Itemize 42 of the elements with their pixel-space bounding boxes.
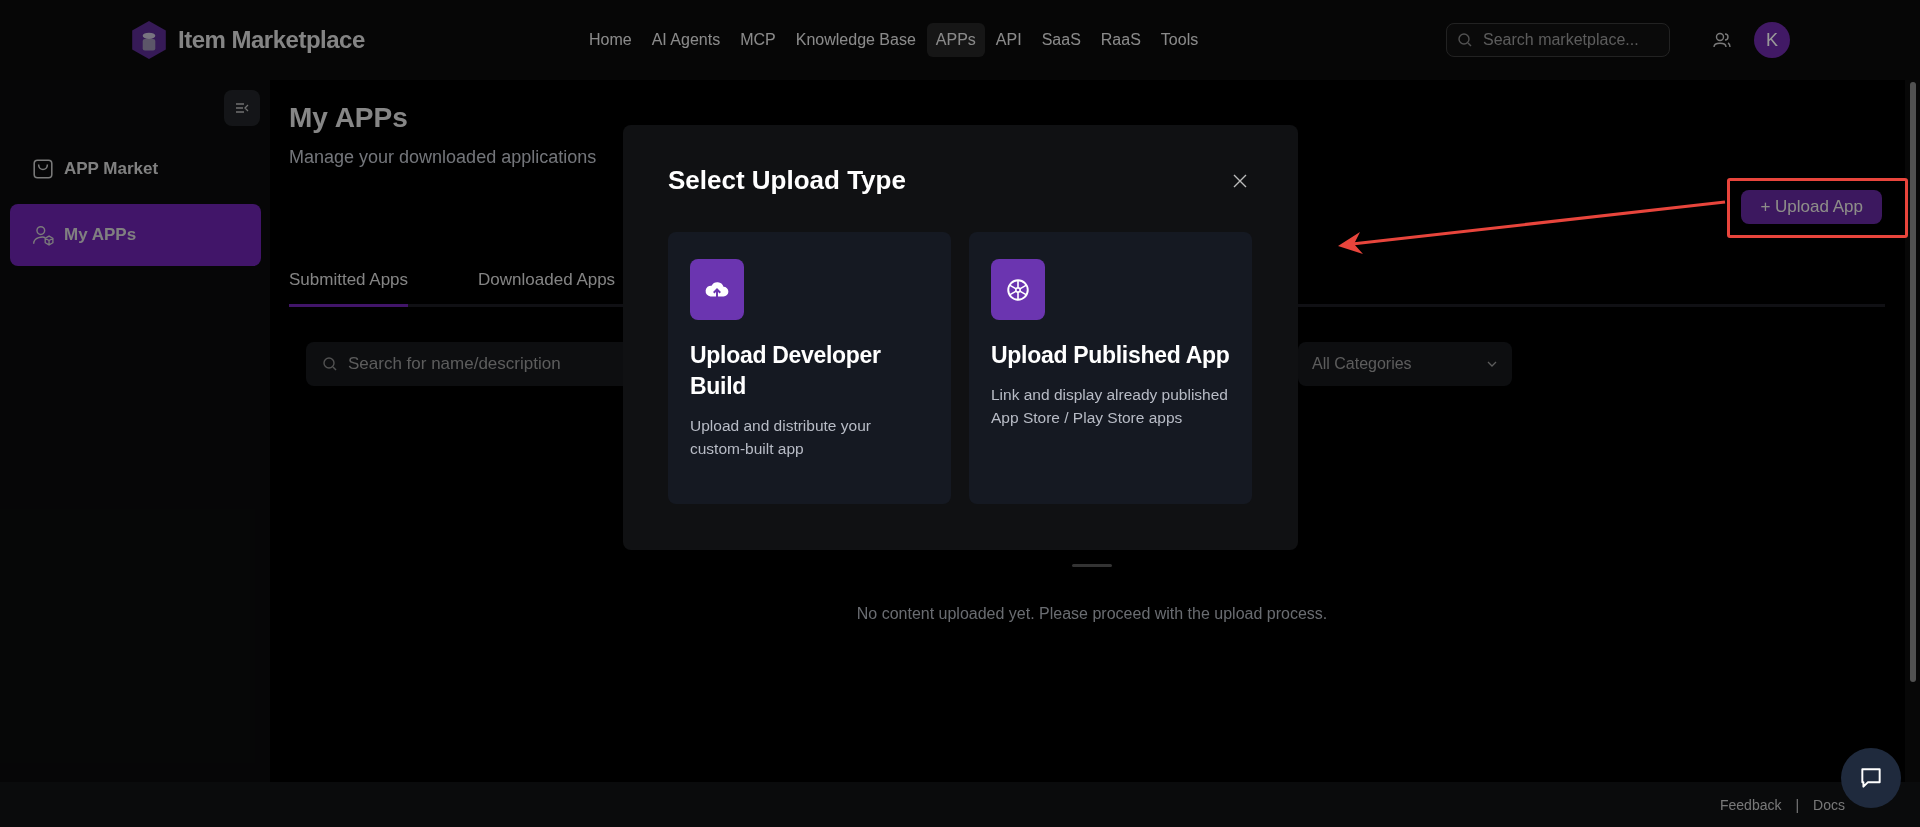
page-title: My APPs bbox=[289, 101, 409, 135]
option-description: Link and display already published App Store / Play Store apps bbox=[991, 385, 1229, 428]
user-package-icon bbox=[32, 224, 54, 246]
category-dropdown[interactable]: All Categories bbox=[1298, 342, 1512, 386]
nav-link[interactable]: RaaS bbox=[1091, 23, 1150, 57]
footer-link[interactable]: Feedback bbox=[1719, 796, 1782, 813]
collapse-icon bbox=[234, 100, 250, 116]
nav-link[interactable]: AI Agents bbox=[642, 23, 730, 57]
page-subtitle: Manage your downloaded applications bbox=[289, 146, 598, 168]
user-avatar[interactable]: K bbox=[1754, 22, 1790, 58]
option-title: Upload Published App bbox=[991, 341, 1230, 370]
sidebar-item[interactable]: APP Market bbox=[10, 138, 261, 200]
shopping-bag-icon bbox=[32, 158, 54, 180]
wheel-icon bbox=[991, 259, 1045, 320]
nav-link[interactable]: API bbox=[986, 23, 1031, 57]
collapse-sidebar-button[interactable] bbox=[224, 90, 260, 126]
cloud-upload-icon bbox=[690, 259, 744, 320]
nav-link[interactable]: MCP bbox=[731, 23, 785, 57]
nav-link[interactable]: Home bbox=[580, 23, 641, 57]
upload-option-card[interactable]: Upload Published App Link and display already published App Store / Play Store apps bbox=[969, 232, 1252, 504]
users-icon[interactable] bbox=[1712, 30, 1732, 50]
separator: | bbox=[1795, 796, 1800, 813]
nav-link[interactable]: Tools bbox=[1151, 23, 1208, 57]
footer-link[interactable]: Docs bbox=[1813, 796, 1845, 813]
scrollbar[interactable] bbox=[1905, 80, 1920, 782]
tab[interactable]: Submitted Apps bbox=[289, 260, 409, 307]
nav-link[interactable]: SaaS bbox=[1032, 23, 1090, 57]
empty-message: No content uploaded yet. Please proceed with the upload process. bbox=[856, 605, 1328, 623]
upload-option-card[interactable]: Upload Developer Build Upload and distribute your custom-built app bbox=[668, 232, 951, 504]
dialog-title: Select Upload Type bbox=[668, 165, 906, 196]
search-field[interactable]: Search marketplace... bbox=[1446, 23, 1670, 57]
sidebar-item[interactable]: My APPs bbox=[10, 204, 261, 266]
close-icon[interactable] bbox=[1232, 172, 1248, 189]
tab[interactable]: Downloaded Apps bbox=[478, 260, 616, 307]
option-description: Upload and distribute your custom-built app bbox=[690, 416, 872, 459]
upload-app-button[interactable]: + Upload App bbox=[1741, 190, 1882, 224]
nav-link[interactable]: Knowledge Base bbox=[786, 23, 925, 57]
chat-icon bbox=[1858, 765, 1884, 791]
option-title: Upload Developer Build bbox=[690, 341, 882, 401]
empty-state-drawing bbox=[1072, 564, 1112, 567]
brand-name[interactable]: Item Marketplace bbox=[178, 26, 365, 54]
nav-link[interactable]: APPs bbox=[926, 23, 985, 57]
